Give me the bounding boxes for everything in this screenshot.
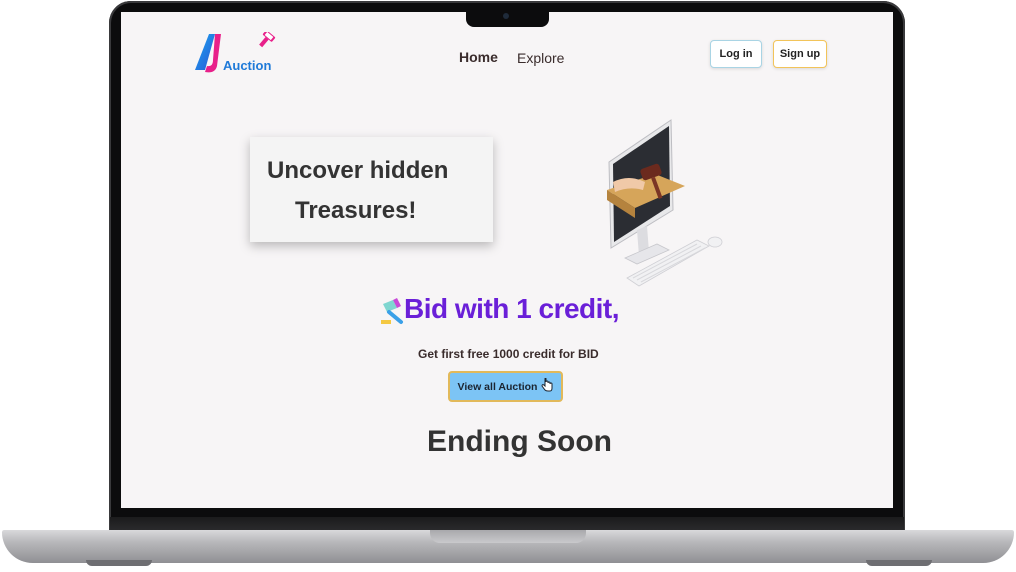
ending-soon-title: Ending Soon [427,425,612,458]
nav-explore-link[interactable]: Explore [517,50,564,66]
laptop-mockup: Auction Home Explore Log in Sign up Unco… [0,0,1016,572]
hero-card: Uncover hidden Treasures! [250,137,493,242]
camera-icon [503,13,509,19]
laptop-foot-left [86,560,152,566]
logo-text: Auction [223,58,272,73]
view-all-label: View all Auction [457,380,538,393]
laptop-hinge [110,517,904,531]
laptop-foot-right [866,560,932,566]
view-all-auction-button[interactable]: View all Auction [448,371,563,402]
bid-subtext: Get first free 1000 credit for BID [418,347,599,361]
hero-title-line2: Treasures! [295,197,417,224]
screen: Auction Home Explore Log in Sign up Unco… [121,12,893,508]
gavel-icon [379,298,405,326]
nav-home-link[interactable]: Home [459,49,498,65]
hero-title-line1: Uncover hidden [267,157,449,184]
computer-auction-illustration [599,112,729,292]
login-button[interactable]: Log in [710,40,762,68]
laptop-base-notch [430,530,586,543]
camera-notch [466,9,549,27]
bid-headline: Bid with 1 credit, [404,293,620,324]
signup-button[interactable]: Sign up [773,40,827,68]
pointer-hand-icon [541,377,553,395]
